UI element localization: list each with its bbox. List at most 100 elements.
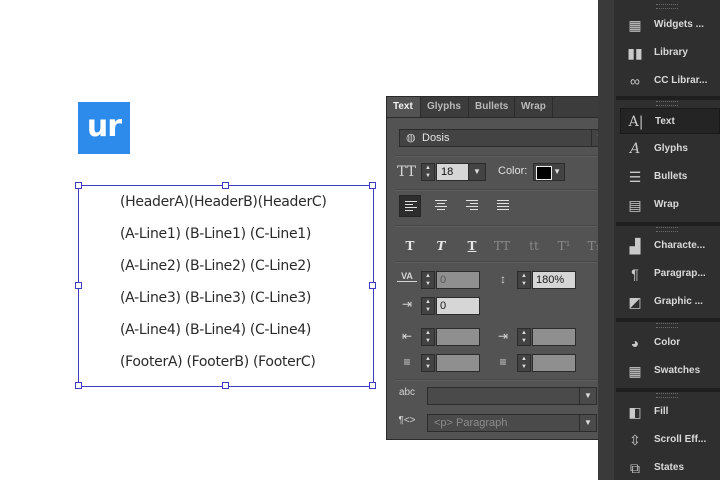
dock-item-states[interactable]: ⧉ States (620, 455, 720, 481)
left-indent-field[interactable] (436, 328, 480, 346)
indent-stepper[interactable]: ▲ ▼ (421, 297, 435, 315)
dock-item-library[interactable]: ▮▮ Library (620, 40, 720, 66)
space-after-stepper[interactable]: ▲ ▼ (517, 354, 531, 372)
space-before-field[interactable] (436, 354, 480, 372)
widgets-icon: ▦ (628, 17, 642, 33)
left-indent-stepper[interactable]: ▲ ▼ (421, 328, 435, 346)
dock-strip (598, 0, 614, 480)
justify-button[interactable] (492, 195, 514, 217)
color-swatch[interactable]: ▼ (533, 163, 565, 181)
frame-line: (A-Line3) (B-Line3) (C-Line3) (120, 290, 312, 306)
space-before-icon: ≡ (403, 355, 411, 369)
font-name: Dosis (422, 132, 450, 144)
logo-text: ur (86, 109, 122, 144)
indent-icon: ⇥ (401, 297, 413, 311)
text-panel: Text Glyphs Bullets Wrap » ◍ Dosis ▼ TT … (386, 96, 614, 440)
character-styles-icon: ▟ (629, 238, 641, 254)
space-before-stepper[interactable]: ▲ ▼ (421, 354, 435, 372)
dock-grip[interactable] (656, 323, 678, 328)
superscript-button[interactable]: T¹ (553, 239, 575, 255)
dock-item-fill[interactable]: ◧ Fill (620, 399, 720, 425)
frame-handle-br[interactable] (369, 382, 376, 389)
dock-item-paragraph-styles[interactable]: ¶ Paragrap... (620, 261, 720, 287)
text-style-icon: abc (398, 387, 416, 398)
indent-field[interactable]: 0 (436, 297, 480, 315)
line-height-stepper[interactable]: ▲ ▼ (517, 271, 531, 289)
paragraph-tag-dropdown[interactable]: <p> Paragraph ▼ (427, 414, 597, 432)
dock-divider (616, 96, 720, 100)
align-center-button[interactable] (430, 195, 452, 217)
dock-item-graphic-styles[interactable]: ◩ Graphic ... (620, 289, 720, 315)
dock-divider (616, 222, 720, 226)
tracking-icon: VA (397, 271, 417, 282)
size-field[interactable]: 18 ▼ (436, 163, 486, 181)
underline-button[interactable]: T (461, 239, 483, 255)
align-left-button[interactable] (399, 195, 421, 217)
paragraph-styles-icon: ¶ (631, 266, 639, 282)
dock-item-text[interactable]: A| Text (620, 108, 720, 134)
frame-handle-bl[interactable] (75, 382, 82, 389)
dock-divider (616, 318, 720, 322)
right-indent-icon: ⇥ (497, 329, 509, 343)
frame-line: (FooterA) (FooterB) (FooterC) (120, 354, 316, 370)
frame-handle-tl[interactable] (75, 182, 82, 189)
text-icon: A| (628, 114, 644, 130)
dock-item-wrap[interactable]: ▤ Wrap (620, 192, 720, 218)
chevron-down-icon: ▼ (579, 415, 596, 431)
tab-bullets[interactable]: Bullets (469, 97, 515, 117)
dock-grip[interactable] (656, 101, 678, 106)
tab-wrap[interactable]: Wrap (515, 97, 553, 117)
left-indent-icon: ⇤ (401, 329, 413, 343)
tracking-stepper[interactable]: ▲ ▼ (421, 271, 435, 289)
frame-line: (A-Line4) (B-Line4) (C-Line4) (120, 322, 312, 338)
font-size-icon: TT (397, 164, 416, 180)
divider (395, 155, 605, 157)
dock-item-cc-libraries[interactable]: ∞ CC Librar... (620, 68, 720, 94)
dock-grip[interactable] (656, 227, 678, 232)
dock-item-glyphs[interactable]: A Glyphs (620, 136, 720, 162)
frame-handle-mr[interactable] (369, 282, 376, 289)
text-style-dropdown[interactable]: ▼ (427, 387, 597, 405)
bullets-icon: ☰ (628, 169, 642, 185)
all-caps-button[interactable]: TT (491, 239, 513, 255)
frame-line: (A-Line2) (B-Line2) (C-Line2) (120, 258, 312, 274)
frame-handle-ml[interactable] (75, 282, 82, 289)
dock-item-swatches[interactable]: ▦ Swatches (620, 358, 720, 384)
line-height-field[interactable]: 180% (532, 271, 576, 289)
fill-icon: ◧ (628, 404, 642, 420)
color-icon: ◕ (630, 335, 640, 351)
small-caps-button[interactable]: tt (523, 239, 545, 255)
wrap-icon: ▤ (628, 197, 642, 213)
chevron-down-icon: ▼ (468, 164, 485, 180)
frame-handle-tr[interactable] (369, 182, 376, 189)
bold-button[interactable]: T (399, 239, 421, 255)
chevron-down-icon: ▼ (579, 388, 596, 404)
space-after-icon: ≡ (499, 355, 507, 369)
divider (395, 261, 605, 263)
tab-text[interactable]: Text (387, 97, 421, 117)
dock-item-widgets[interactable]: ▦ Widgets ... (620, 12, 720, 38)
frame-line: (HeaderA)(HeaderB)(HeaderC) (120, 194, 327, 210)
italic-button[interactable]: T (430, 239, 452, 255)
dock-item-bullets[interactable]: ☰ Bullets (620, 164, 720, 190)
right-indent-stepper[interactable]: ▲ ▼ (517, 328, 531, 346)
dock-grip[interactable] (656, 4, 678, 9)
dock-item-scroll-effects[interactable]: ⇳ Scroll Eff... (620, 427, 720, 453)
logo-badge[interactable]: ur (78, 102, 130, 154)
size-stepper[interactable]: ▲ ▼ (421, 163, 435, 181)
align-right-button[interactable] (461, 195, 483, 217)
frame-handle-tm[interactable] (222, 182, 229, 189)
dock-item-character-styles[interactable]: ▟ Characte... (620, 233, 720, 259)
swatches-icon: ▦ (628, 363, 642, 379)
space-after-field[interactable] (532, 354, 576, 372)
frame-handle-bm[interactable] (222, 382, 229, 389)
tab-glyphs[interactable]: Glyphs (421, 97, 469, 117)
library-icon: ▮▮ (627, 45, 643, 61)
chevron-down-icon: ▼ (553, 167, 561, 176)
right-indent-field[interactable] (532, 328, 576, 346)
dock-grip[interactable] (656, 393, 678, 398)
dock-item-color[interactable]: ◕ Color (620, 330, 720, 356)
scroll-effects-icon: ⇳ (629, 432, 641, 448)
tracking-field[interactable]: 0 (436, 271, 480, 289)
font-dropdown[interactable]: ◍ Dosis ▼ (399, 129, 609, 147)
